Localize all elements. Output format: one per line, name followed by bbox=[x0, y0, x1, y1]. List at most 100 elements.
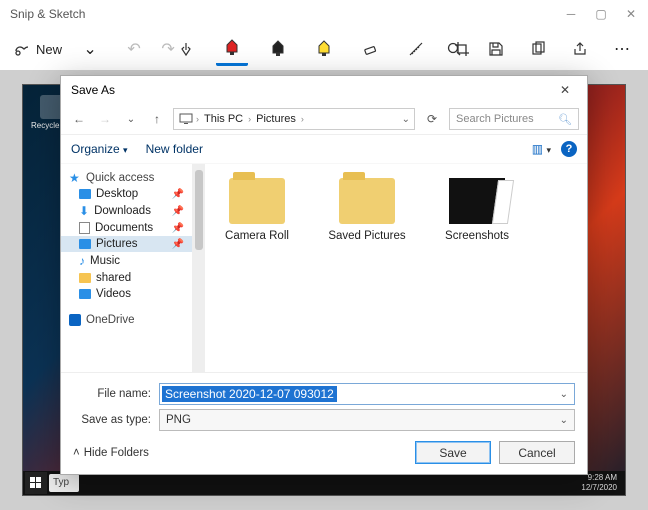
videos-icon bbox=[79, 289, 91, 299]
navigation-pane: ★ Quick access Desktop📌 ⬇Downloads📌 Docu… bbox=[61, 164, 193, 372]
pin-icon: 📌 bbox=[172, 239, 184, 250]
filename-dropdown-icon[interactable]: ⌄ bbox=[556, 389, 572, 400]
address-dropdown-icon[interactable]: ⌄ bbox=[402, 114, 410, 125]
new-folder-button[interactable]: New folder bbox=[146, 142, 203, 156]
ballpoint-pen-button[interactable] bbox=[216, 32, 248, 66]
search-box[interactable]: Search Pictures 🔍︎ bbox=[449, 108, 579, 130]
music-icon: ♪ bbox=[79, 254, 85, 268]
pencil-button[interactable] bbox=[262, 32, 294, 66]
nav-up-button[interactable]: ↑ bbox=[147, 109, 167, 129]
downloads-icon: ⬇ bbox=[79, 204, 89, 218]
app-title: Snip & Sketch bbox=[10, 7, 85, 21]
folder-icon bbox=[339, 178, 395, 224]
onedrive-header[interactable]: OneDrive bbox=[61, 312, 192, 328]
nav-item-documents[interactable]: Documents📌 bbox=[61, 220, 192, 236]
filetype-label: Save as type: bbox=[73, 414, 151, 426]
chevron-down-icon: ⌄ bbox=[560, 415, 568, 426]
highlighter-button[interactable] bbox=[308, 32, 340, 66]
copy-button[interactable] bbox=[522, 32, 554, 66]
search-icon: 🔍︎ bbox=[558, 113, 572, 126]
close-app-button[interactable]: ✕ bbox=[616, 0, 646, 28]
folder-thumb-icon bbox=[449, 178, 505, 224]
breadcrumb-root[interactable]: This PC bbox=[201, 113, 246, 125]
view-options-button[interactable]: ▥ ▾ bbox=[532, 142, 551, 156]
cancel-button[interactable]: Cancel bbox=[499, 441, 575, 464]
eraser-button[interactable] bbox=[354, 32, 386, 66]
touch-writing-button[interactable] bbox=[170, 32, 202, 66]
organize-menu[interactable]: Organize ▾ bbox=[71, 142, 128, 156]
app-toolbar: New ⌄ ↶ ↷ ⋯ bbox=[0, 28, 648, 70]
pin-icon: 📌 bbox=[172, 206, 184, 217]
breadcrumb-sep: › bbox=[196, 114, 199, 124]
pin-icon: 📌 bbox=[172, 189, 184, 200]
dialog-title: Save As bbox=[71, 83, 115, 97]
save-file-button[interactable]: Save bbox=[415, 441, 491, 464]
hide-folders-toggle[interactable]: ˄ Hide Folders bbox=[73, 447, 149, 459]
filetype-select[interactable]: PNG ⌄ bbox=[159, 409, 575, 431]
pen-black-icon bbox=[270, 41, 286, 57]
nav-item-videos[interactable]: Videos bbox=[61, 286, 192, 302]
new-snip-icon bbox=[14, 41, 30, 57]
onedrive-icon bbox=[69, 314, 81, 326]
dialog-close-button[interactable]: ✕ bbox=[551, 83, 579, 97]
ruler-button[interactable] bbox=[400, 32, 432, 66]
crop-button[interactable] bbox=[446, 32, 478, 66]
taskbar-search: Typ bbox=[49, 474, 79, 492]
folder-content[interactable]: Camera Roll Saved Pictures Screenshots bbox=[205, 164, 587, 372]
filetype-value: PNG bbox=[166, 414, 191, 426]
new-snip-dropdown[interactable]: ⌄ bbox=[74, 32, 106, 66]
folder-icon bbox=[79, 273, 91, 283]
chevron-down-icon: ⌄ bbox=[82, 41, 98, 57]
ruler-icon bbox=[408, 41, 424, 57]
folder-camera-roll[interactable]: Camera Roll bbox=[215, 178, 299, 242]
nav-item-shared[interactable]: shared bbox=[61, 270, 192, 286]
filename-input[interactable]: Screenshot 2020-12-07 093012 ⌄ bbox=[159, 383, 575, 405]
start-button bbox=[25, 472, 47, 494]
nav-recent-button[interactable]: ⌄ bbox=[121, 109, 141, 129]
folder-saved-pictures[interactable]: Saved Pictures bbox=[325, 178, 409, 242]
address-bar[interactable]: › This PC › Pictures › ⌄ bbox=[173, 108, 415, 130]
nav-item-downloads[interactable]: ⬇Downloads📌 bbox=[61, 202, 192, 220]
undo-icon: ↶ bbox=[126, 41, 142, 57]
crop-icon bbox=[454, 41, 470, 57]
breadcrumb-folder[interactable]: Pictures bbox=[253, 113, 299, 125]
pc-icon bbox=[178, 111, 194, 127]
filename-value: Screenshot 2020-12-07 093012 bbox=[162, 386, 337, 402]
nav-scrollbar[interactable] bbox=[193, 164, 205, 372]
search-placeholder: Search Pictures bbox=[456, 113, 534, 125]
eraser-icon bbox=[362, 41, 378, 57]
share-icon bbox=[572, 41, 588, 57]
nav-item-music[interactable]: ♪Music bbox=[61, 252, 192, 270]
folder-icon bbox=[229, 178, 285, 224]
new-snip-button[interactable]: New bbox=[8, 32, 72, 66]
nav-forward-button[interactable]: → bbox=[95, 109, 115, 129]
pictures-icon bbox=[79, 239, 91, 249]
nav-item-desktop[interactable]: Desktop📌 bbox=[61, 186, 192, 202]
minimize-button[interactable]: ─ bbox=[556, 0, 586, 28]
save-icon bbox=[488, 41, 504, 57]
more-button[interactable]: ⋯ bbox=[606, 32, 638, 66]
desktop-icon bbox=[79, 189, 91, 199]
pin-icon: 📌 bbox=[172, 223, 184, 234]
more-icon: ⋯ bbox=[614, 41, 630, 57]
share-button[interactable] bbox=[564, 32, 596, 66]
undo-button[interactable]: ↶ bbox=[118, 32, 150, 66]
help-button[interactable]: ? bbox=[561, 141, 577, 157]
highlighter-icon bbox=[316, 41, 332, 57]
pen-red-icon bbox=[224, 40, 240, 56]
save-button[interactable] bbox=[480, 32, 512, 66]
quick-access-header[interactable]: ★ Quick access bbox=[61, 170, 192, 186]
maximize-button[interactable]: ▢ bbox=[586, 0, 616, 28]
nav-back-button[interactable]: ← bbox=[69, 109, 89, 129]
save-as-dialog: Save As ✕ ← → ⌄ ↑ › This PC › Pictures ›… bbox=[60, 75, 588, 475]
copy-icon bbox=[530, 41, 546, 57]
quick-access-icon: ★ bbox=[69, 172, 81, 184]
app-titlebar: Snip & Sketch ─ ▢ ✕ bbox=[0, 0, 648, 28]
system-tray: 9:28 AM 12/7/2020 bbox=[581, 473, 623, 493]
folder-screenshots[interactable]: Screenshots bbox=[435, 178, 519, 242]
documents-icon bbox=[79, 222, 90, 234]
new-label: New bbox=[36, 42, 62, 57]
filename-label: File name: bbox=[73, 388, 151, 400]
refresh-button[interactable]: ⟳ bbox=[421, 112, 443, 126]
nav-item-pictures[interactable]: Pictures📌 bbox=[61, 236, 192, 252]
